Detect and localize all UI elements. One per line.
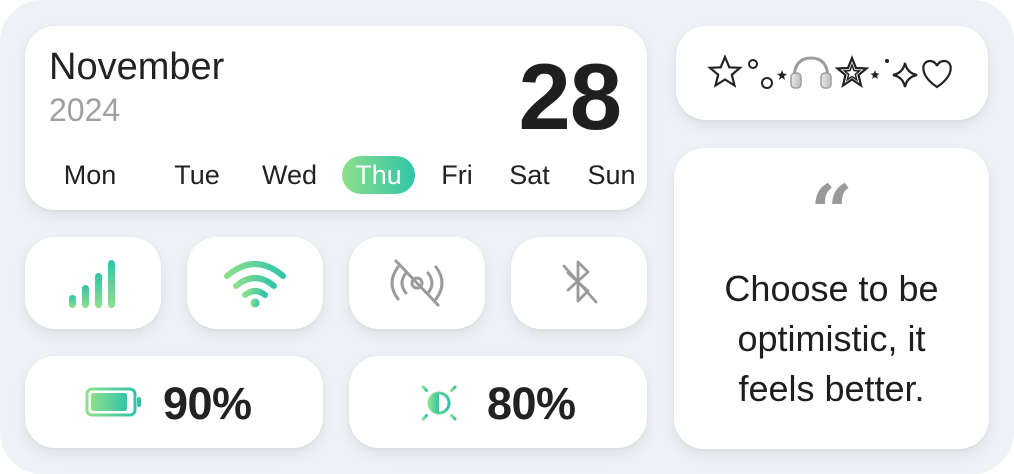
weekday-row: Mon Tue Wed Thu Fri Sat Sun: [47, 156, 636, 196]
cellular-signal-icon: [69, 260, 115, 308]
quote-line-1: Choose to be: [724, 268, 939, 309]
weekday-mon[interactable]: Mon: [47, 156, 133, 194]
weekday-fri[interactable]: Fri: [427, 156, 487, 194]
star-outline-icon: [707, 54, 743, 88]
battery-widget[interactable]: 90%: [25, 356, 323, 448]
cellular-toggle[interactable]: [25, 237, 161, 329]
battery-percentage: 90%: [163, 378, 252, 429]
wifi-toggle[interactable]: [187, 237, 323, 329]
brightness-icon: [415, 381, 463, 425]
widget-dashboard: November 2024 28 Mon Tue Wed Thu Fri Sat…: [0, 0, 1014, 474]
bluetooth-off-icon: [562, 260, 598, 304]
decor-widget: [676, 26, 988, 120]
wifi-icon: [224, 261, 286, 308]
battery-icon: [85, 387, 141, 417]
weekday-sun[interactable]: Sun: [574, 156, 649, 194]
decor-symbols: [707, 54, 952, 89]
bluetooth-toggle[interactable]: [511, 237, 647, 329]
quote-widget: “ Choose to be optimistic, it feels bett…: [674, 148, 989, 449]
sparkle-dots-icon: [870, 59, 889, 79]
quote-line-3: feels better.: [738, 368, 925, 409]
weekday-sat[interactable]: Sat: [497, 156, 562, 194]
heart-outline-icon: [922, 59, 952, 89]
weekday-thu-selected[interactable]: Thu: [342, 156, 415, 194]
calendar-day: 28: [518, 44, 622, 149]
brightness-percentage: 80%: [487, 378, 576, 429]
weekday-tue[interactable]: Tue: [157, 156, 237, 194]
sparkle-dots-icon: [748, 59, 787, 89]
calendar-year: 2024: [49, 92, 121, 128]
nfc-toggle[interactable]: [349, 237, 485, 329]
weekday-wed[interactable]: Wed: [247, 156, 332, 194]
diamond-icon: [892, 62, 918, 88]
quote-line-2: optimistic, it: [737, 318, 926, 359]
headphones-icon: [790, 56, 832, 89]
brightness-widget[interactable]: 80%: [349, 356, 647, 448]
calendar-widget[interactable]: November 2024 28 Mon Tue Wed Thu Fri Sat…: [25, 26, 647, 210]
calendar-month: November: [49, 46, 225, 88]
star-outline-icon: [834, 55, 870, 88]
nfc-off-icon: [390, 259, 444, 307]
quote-mark-icon: “: [810, 170, 853, 256]
